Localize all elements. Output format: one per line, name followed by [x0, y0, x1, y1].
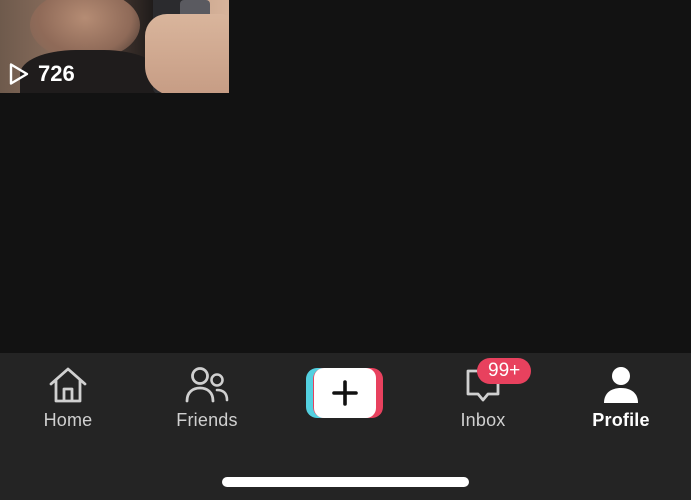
thumbnail-hand [145, 14, 229, 93]
tab-friends-label: Friends [176, 410, 238, 430]
play-outline-icon [8, 62, 30, 86]
create-plus-icon [314, 368, 376, 418]
tab-home-label: Home [43, 410, 93, 430]
tab-home[interactable]: Home [8, 365, 128, 435]
profile-icon [601, 365, 641, 405]
inbox-unread-badge: 99+ [477, 358, 532, 384]
friends-icon [184, 365, 230, 405]
tab-profile[interactable]: Profile [561, 365, 681, 435]
create-button[interactable] [306, 368, 383, 418]
tab-profile-label: Profile [592, 410, 650, 430]
view-count: 726 [8, 61, 75, 87]
page: 726 Home Friends Inbox Profile 99+ [0, 0, 691, 500]
view-count-value: 726 [38, 61, 75, 86]
tab-friends[interactable]: Friends [147, 365, 267, 435]
video-thumbnail[interactable]: 726 [0, 0, 229, 93]
home-indicator[interactable] [222, 477, 469, 487]
home-icon [46, 365, 90, 405]
tab-inbox-label: Inbox [460, 410, 506, 430]
